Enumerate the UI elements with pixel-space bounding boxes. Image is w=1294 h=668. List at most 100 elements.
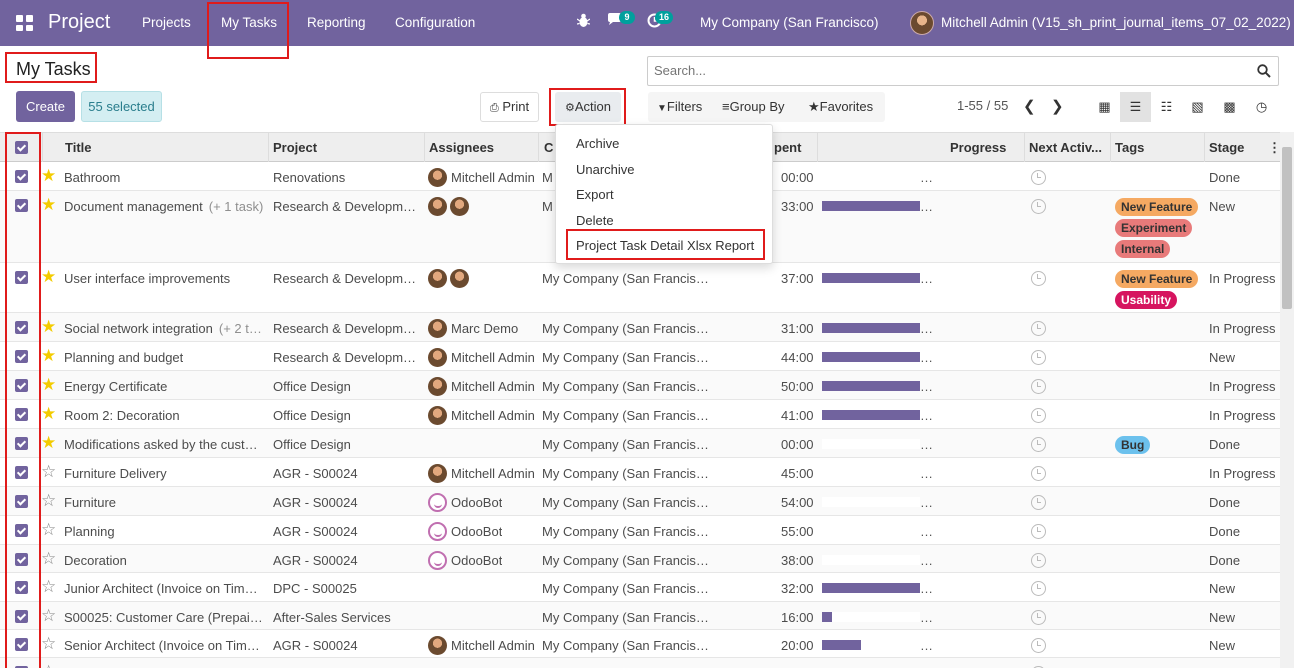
priority-star-icon[interactable]: ★ [41,268,56,285]
task-stage: New [1209,581,1236,596]
user-avatar[interactable] [910,11,934,35]
task-stage: New [1209,350,1236,365]
priority-star-icon[interactable]: ☆ [41,550,56,567]
table-row[interactable]: ☆ Planning AGR - S00024 OdooBot My Company (… [0,516,1280,545]
column-title[interactable]: Title [65,140,92,155]
graph-view-icon[interactable]: ▩ [1214,92,1245,122]
bug-icon[interactable] [576,13,591,32]
activity-clock-icon[interactable] [1031,379,1046,394]
scrollbar-thumb[interactable] [1282,147,1292,309]
vertical-scrollbar[interactable] [1280,132,1294,668]
priority-star-icon[interactable]: ★ [41,376,56,393]
apps-menu-icon[interactable] [16,15,33,31]
priority-star-icon[interactable]: ☆ [41,607,56,624]
pager-previous-icon[interactable]: ❮ [1023,97,1036,115]
table-row[interactable]: ☆ Decoration AGR - S00024 OdooBot My Company… [0,545,1280,573]
menu-item-archive[interactable]: Archive [576,136,619,151]
activity-clock-icon[interactable] [1031,495,1046,510]
menu-item-export[interactable]: Export [576,187,614,202]
priority-star-icon[interactable]: ★ [41,196,56,213]
progress-bar [822,583,920,593]
table-row[interactable]: ☆ Senior Architect (Invoice on Tim… AGR - … [0,630,1280,658]
pager-next-icon[interactable]: ❯ [1051,97,1064,115]
filters-toggle[interactable]: ▼Filters [657,99,702,114]
nav-reporting[interactable]: Reporting [307,15,366,30]
search-input[interactable] [654,63,1234,78]
priority-star-icon[interactable]: ☆ [41,521,56,538]
activity-clock-icon[interactable] [1031,271,1046,286]
kanban-view-icon[interactable]: ▦ [1089,92,1120,122]
progress-bar-fill [822,323,920,333]
activity-clock-icon[interactable] [1031,553,1046,568]
priority-star-icon[interactable]: ★ [41,318,56,335]
table-row[interactable]: ★ Modifications asked by the cust… Office … [0,429,1280,458]
app-brand[interactable]: Project [48,11,110,34]
activity-clock-icon[interactable] [1031,610,1046,625]
activity-view-icon[interactable]: ◷ [1246,92,1277,122]
assignee-name: Mitchell Admin [451,350,535,365]
column-assignees[interactable]: Assignees [429,140,494,155]
table-row[interactable]: ★ Social network integration (+ 2 t… Resear… [0,313,1280,342]
list-view-icon[interactable]: ☰ [1120,92,1151,122]
priority-star-icon[interactable]: ☆ [41,663,56,668]
priority-star-icon[interactable]: ★ [41,347,56,364]
table-row[interactable]: ★ User interface improvements Research & D… [0,263,1280,313]
action-highlight-box [549,88,626,126]
assignee-avatar [428,377,447,396]
priority-star-icon[interactable]: ★ [41,434,56,451]
activity-clock-icon[interactable] [1031,170,1046,185]
activity-clock-icon[interactable] [1031,321,1046,336]
column-company[interactable]: C [544,140,553,155]
priority-star-icon[interactable]: ☆ [41,463,56,480]
selected-count[interactable]: 55 selected [81,91,162,122]
table-row[interactable]: ★ Room 2: Decoration Office Design Mitchell… [0,400,1280,429]
calendar-view-icon[interactable]: ☷ [1151,92,1182,122]
assignee-name: OdooBot [451,524,503,539]
nav-configuration[interactable]: Configuration [395,15,475,30]
search-icon[interactable] [1257,64,1271,78]
nav-projects[interactable]: Projects [142,15,191,30]
search-bar[interactable] [647,56,1279,86]
activity-clock-icon[interactable] [1031,638,1046,653]
activity-clock-icon[interactable] [1031,350,1046,365]
priority-star-icon[interactable]: ☆ [41,635,56,652]
time-spent: 32:00 [781,581,814,596]
print-button[interactable]: ⎙ Print [480,92,539,122]
task-stage: In Progress [1209,321,1276,336]
column-progress[interactable]: Progress [950,140,1006,155]
activity-clock-icon[interactable] [1031,524,1046,539]
activity-clock-icon[interactable] [1031,437,1046,452]
activity-clock-icon[interactable] [1031,199,1046,214]
user-menu[interactable]: Mitchell Admin (V15_sh_print_journal_ite… [941,15,1291,30]
task-title: Junior Architect (Invoice on Tim… [64,581,258,596]
favorites-toggle[interactable]: ★Favorites [808,99,873,115]
table-row[interactable]: ★ Energy Certificate Office Design Mitchell… [0,371,1280,400]
activity-clock-icon[interactable] [1031,408,1046,423]
column-project[interactable]: Project [273,140,317,155]
table-row[interactable]: ☆ S00025: Customer Care (Prepai… After-Sal… [0,602,1280,630]
company-switcher[interactable]: My Company (San Francisco) [700,15,879,30]
group-by-toggle[interactable]: ≡Group By [722,99,785,114]
activity-clock-icon[interactable] [1031,466,1046,481]
time-spent: 31:00 [781,321,814,336]
menu-item-delete[interactable]: Delete [576,213,614,228]
assignee-avatar [428,319,447,338]
table-row[interactable]: ☆ Junior Architect (Invoice on Tim… DPC - … [0,573,1280,602]
activity-clock-icon[interactable] [1031,581,1046,596]
table-row[interactable]: ☆ Furniture Delivery AGR - S00024 Mitchell … [0,458,1280,487]
pivot-view-icon[interactable]: ▧ [1182,92,1213,122]
column-time-spent[interactable]: pent [774,140,801,155]
priority-star-icon[interactable]: ★ [41,167,56,184]
priority-star-icon[interactable]: ☆ [41,578,56,595]
column-stage[interactable]: Stage [1209,140,1244,155]
table-row[interactable]: ☆ Furniture AGR - S00024 OdooBot My Company … [0,487,1280,516]
menu-item-unarchive[interactable]: Unarchive [576,162,635,177]
priority-star-icon[interactable]: ☆ [41,492,56,509]
column-next-activity[interactable]: Next Activ... [1029,140,1102,155]
table-row[interactable]: ☆S00024: Customer Care (Prepai…After-Sal… [0,658,1280,668]
column-tags[interactable]: Tags [1115,140,1144,155]
create-button[interactable]: Create [16,91,75,122]
table-row[interactable]: ★ Planning and budget Research & Developm…… [0,342,1280,371]
pager-value[interactable]: 1-55 / 55 [957,98,1008,113]
priority-star-icon[interactable]: ★ [41,405,56,422]
